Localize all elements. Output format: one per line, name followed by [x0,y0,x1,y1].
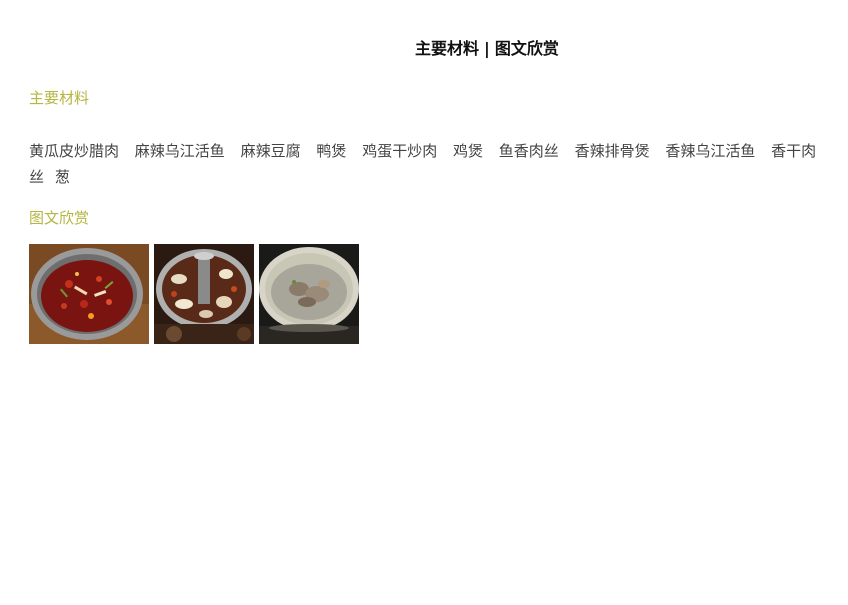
ingredient-link[interactable]: 香辣乌江活鱼 [665,142,755,160]
ingredient-link[interactable]: 鱼香肉丝 [499,142,559,160]
ingredient-link[interactable]: 鸭煲 [316,142,346,160]
ingredient-link[interactable]: 麻辣豆腐 [241,142,301,160]
gallery-image-3[interactable] [259,244,359,344]
gallery-section-title: 图文欣赏 [29,209,90,227]
gallery-image-1[interactable] [29,244,149,344]
spicy-fish-hotpot-image [29,244,149,344]
chicken-soup-image [259,244,359,344]
gallery-image-2[interactable] [154,244,254,344]
header-nav: 主要材料 | 图文欣赏 [415,35,559,59]
ingredient-link[interactable]: 鸡煲 [453,142,483,160]
ingredient-link[interactable]: 葱 [55,168,70,186]
header-separator: | [484,39,490,58]
header-link-gallery[interactable]: 图文欣赏 [495,39,559,58]
mushroom-hotpot-image [154,244,254,344]
ingredient-link[interactable]: 麻辣乌江活鱼 [135,142,225,160]
ingredients-list: 黄瓜皮炒腊肉 麻辣乌江活鱼 麻辣豆腐 鸭煲 鸡蛋干炒肉 鸡煲 鱼香肉丝 香辣排骨… [29,138,834,190]
materials-section-title: 主要材料 [29,89,90,107]
header-link-materials[interactable]: 主要材料 [415,39,479,58]
ingredient-link[interactable]: 鸡蛋干炒肉 [362,142,437,160]
ingredient-link[interactable]: 黄瓜皮炒腊肉 [29,142,119,160]
gallery [29,244,359,344]
ingredient-link[interactable]: 香辣排骨煲 [575,142,650,160]
